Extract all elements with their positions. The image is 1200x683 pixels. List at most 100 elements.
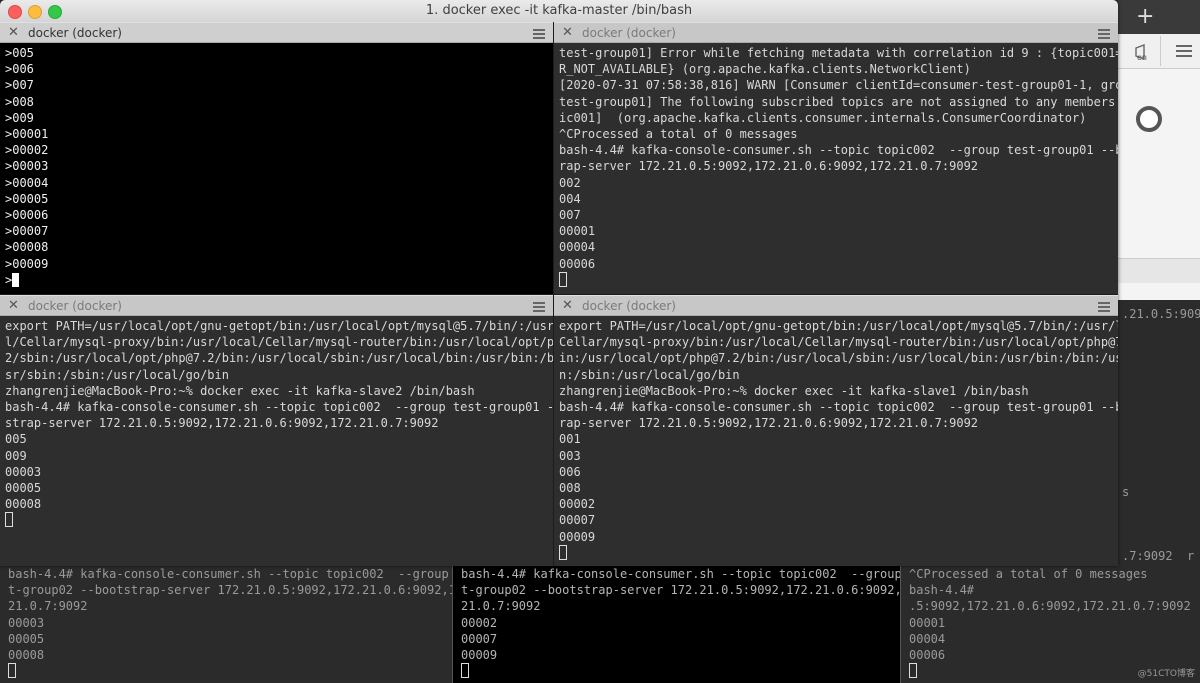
pane-header: ✕ docker (docker) bbox=[554, 295, 1118, 316]
pane-menu-icon[interactable] bbox=[533, 29, 545, 41]
terminal-line-text: 006 bbox=[559, 464, 581, 479]
new-tab-plus-icon[interactable]: + bbox=[1136, 4, 1154, 29]
pane-divider-horizontal[interactable] bbox=[0, 294, 1118, 295]
terminal-line-text: 00008 bbox=[5, 497, 42, 512]
pane-header: ✕ docker (docker) bbox=[554, 22, 1118, 43]
terminal-line-text: ^CProcessed a total of 0 messages bbox=[559, 127, 798, 142]
terminal-line-text: in:/usr/local/opt/php@7.2/bin:/usr/local… bbox=[559, 351, 1118, 366]
terminal-line: >007 bbox=[5, 77, 548, 93]
terminal-line-text: l/Cellar/mysql-proxy/bin:/usr/local/Cell… bbox=[5, 335, 553, 350]
terminal-line: sr/sbin:/sbin:/usr/local/go/bin bbox=[5, 367, 548, 383]
terminal-line: 002 bbox=[559, 175, 1113, 191]
terminal-window[interactable]: 1. docker exec -it kafka-master /bin/bas… bbox=[0, 0, 1118, 566]
terminal-line: 007 bbox=[559, 207, 1113, 223]
terminal-line-text: [2020-07-31 07:58:38,816] WARN [Consumer… bbox=[559, 78, 1118, 93]
terminal-line-text: zhangrenjie@MacBook-Pro:~% docker exec -… bbox=[559, 383, 1029, 398]
terminal-output: export PATH=/usr/local/opt/gnu-getopt/bi… bbox=[0, 316, 553, 566]
browser-bookmark-strip bbox=[1118, 258, 1200, 283]
terminal-line: 004 bbox=[559, 191, 1113, 207]
browser-menu-icon[interactable] bbox=[1176, 42, 1192, 58]
terminal-line-text: 007 bbox=[559, 208, 581, 223]
terminal-output: test-group01] Error while fetching metad… bbox=[554, 43, 1118, 294]
terminal-line-text: 00001 bbox=[909, 615, 946, 630]
terminal-line: bash-4.4# kafka-console-consumer.sh --to… bbox=[461, 566, 901, 582]
pane-bottom-left[interactable]: ✕ docker (docker) export PATH=/usr/local… bbox=[0, 295, 553, 566]
terminal-line: 00006 bbox=[559, 256, 1113, 272]
terminal-line-text: 00004 bbox=[909, 631, 946, 646]
terminal-line: 009 bbox=[5, 448, 548, 464]
terminal-line: >00009 bbox=[5, 256, 548, 272]
terminal-line-text: >00005 bbox=[5, 191, 49, 206]
terminal-line-text: >006 bbox=[5, 62, 34, 77]
terminal-line-text: 00008 bbox=[8, 648, 45, 663]
terminal-line-text: test-group01] Error while fetching metad… bbox=[559, 46, 1118, 60]
terminal-line: 21.0.7:9092 bbox=[8, 598, 444, 614]
background-terminal-1[interactable]: bash-4.4# kafka-console-consumer.sh --to… bbox=[0, 566, 452, 683]
terminal-line-text: R_NOT_AVAILABLE} (org.apache.kafka.clien… bbox=[559, 62, 971, 77]
terminal-line-text: >00002 bbox=[5, 143, 49, 158]
behind-line: .7:9092 r 1 bbox=[1122, 549, 1195, 563]
translate-extension-icon[interactable]: en bbox=[1132, 42, 1154, 64]
close-pane-icon[interactable]: ✕ bbox=[8, 298, 19, 313]
terminal-line-text: 008 bbox=[559, 481, 581, 496]
terminal-line: in:/usr/local/opt/php@7.2/bin:/usr/local… bbox=[559, 350, 1118, 366]
close-pane-icon[interactable]: ✕ bbox=[562, 298, 573, 313]
pane-header: ✕ docker (docker) bbox=[0, 295, 553, 316]
terminal-line-text: zhangrenjie@MacBook-Pro:~% docker exec -… bbox=[5, 383, 475, 398]
terminal-line-text: 005 bbox=[5, 432, 27, 447]
terminal-line: >00004 bbox=[5, 175, 548, 191]
terminal-line: 00009 bbox=[559, 529, 1113, 545]
pane-bottom-right[interactable]: ✕ docker (docker) export PATH=/usr/local… bbox=[554, 295, 1118, 566]
text-cursor bbox=[559, 544, 567, 560]
terminal-line-text: >00009 bbox=[5, 256, 49, 271]
terminal-line-text: >008 bbox=[5, 94, 34, 109]
terminal-line-text: >009 bbox=[5, 110, 34, 125]
terminal-line-text: rap-server 172.21.0.5:9092,172.21.0.6:90… bbox=[559, 416, 979, 431]
terminal-line-text: >007 bbox=[5, 78, 34, 93]
background-terminal-3[interactable]: ^CProcessed a total of 0 messages bash-4.… bbox=[900, 566, 1200, 683]
close-pane-icon[interactable]: ✕ bbox=[8, 25, 19, 40]
translate-label: en bbox=[1137, 53, 1147, 62]
terminal-line-text: >005 bbox=[5, 46, 34, 60]
terminal-line: test-group01] Error while fetching metad… bbox=[559, 45, 1118, 61]
terminal-line-text: t-group02 --bootstrap-server 172.21.0.5:… bbox=[8, 583, 452, 598]
terminal-line bbox=[461, 663, 893, 679]
terminal-line-text: test-group01] The following subscribed t… bbox=[559, 94, 1118, 109]
terminal-line-text: >00003 bbox=[5, 159, 49, 174]
pane-top-left[interactable]: ✕ docker (docker) >005 >006 >007 >008 >009 >0… bbox=[0, 22, 553, 294]
terminal-line: l/Cellar/mysql-proxy/bin:/usr/local/Cell… bbox=[5, 334, 553, 350]
terminal-line: bash-4.4# kafka-console-consumer.sh --to… bbox=[5, 399, 553, 415]
terminal-line bbox=[559, 544, 1113, 561]
terminal-line: R_NOT_AVAILABLE} (org.apache.kafka.clien… bbox=[559, 61, 1113, 77]
terminal-line: 008 bbox=[559, 480, 1113, 496]
terminal-line-text: bash-4.4# kafka-console-consumer.sh --to… bbox=[8, 567, 452, 581]
terminal-line-text: 001 bbox=[559, 432, 581, 447]
terminal-line bbox=[8, 663, 444, 679]
terminal-line: 005 bbox=[5, 431, 548, 447]
terminal-line: >008 bbox=[5, 94, 548, 110]
terminal-line-text: 00003 bbox=[5, 464, 42, 479]
terminal-line: >00006 bbox=[5, 207, 548, 223]
terminal-line: >00008 bbox=[5, 239, 548, 255]
window-title: 1. docker exec -it kafka-master /bin/bas… bbox=[425, 3, 693, 18]
terminal-line-text: bash-4.4# kafka-console-consumer.sh --to… bbox=[461, 567, 901, 581]
background-terminal-2[interactable]: bash-4.4# kafka-console-consumer.sh --to… bbox=[452, 566, 901, 683]
pane-menu-icon[interactable] bbox=[1098, 302, 1110, 314]
pane-menu-icon[interactable] bbox=[1098, 29, 1110, 41]
pane-top-right[interactable]: ✕ docker (docker) test-group01] Error wh… bbox=[554, 22, 1118, 294]
watermark: @51CTO博客 bbox=[1137, 669, 1195, 679]
terminal-line-text: n:/sbin:/usr/local/go/bin bbox=[559, 367, 740, 382]
terminal-line: ^CProcessed a total of 0 messages bbox=[559, 126, 1113, 142]
pane-menu-icon[interactable] bbox=[533, 302, 545, 314]
terminal-line: 00008 bbox=[8, 647, 444, 663]
text-cursor bbox=[559, 271, 567, 287]
window-titlebar[interactable]: 1. docker exec -it kafka-master /bin/bas… bbox=[0, 0, 1118, 23]
terminal-output: ^CProcessed a total of 0 messages bash-4.… bbox=[901, 566, 1200, 679]
terminal-line-text: 002 bbox=[559, 175, 581, 190]
terminal-line bbox=[5, 512, 548, 528]
close-pane-icon[interactable]: ✕ bbox=[562, 25, 573, 40]
terminal-line: zhangrenjie@MacBook-Pro:~% docker exec -… bbox=[5, 383, 548, 399]
terminal-line-text: export PATH=/usr/local/opt/gnu-getopt/bi… bbox=[5, 319, 553, 333]
terminal-line: 00007 bbox=[559, 512, 1113, 528]
terminal-line-text: 00004 bbox=[559, 240, 596, 255]
